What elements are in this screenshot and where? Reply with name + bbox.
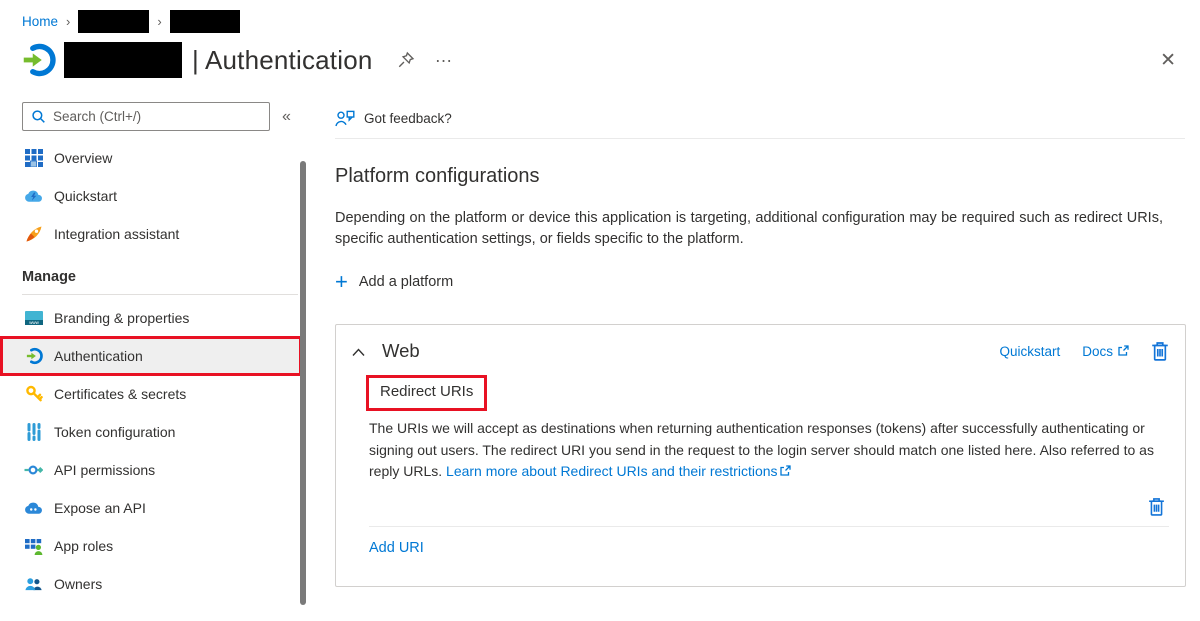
trash-icon [1151,341,1169,361]
page-title-redacted-app-name [64,42,182,78]
sidebar-scrollbar[interactable] [300,161,306,605]
authentication-icon [24,347,43,366]
sidebar-item-label: Owners [54,576,102,592]
add-uri-button[interactable]: Add URI [369,540,424,556]
sidebar-item-overview[interactable]: Overview [0,139,302,177]
breadcrumb-separator: › [157,14,161,29]
external-link-icon [779,465,791,477]
annotation-box-redirect-uris: Redirect URIs [366,375,487,411]
web-card-links: Quickstart Docs [999,341,1169,361]
breadcrumb-redacted-item[interactable] [78,10,149,33]
token-bars-icon [24,423,43,442]
sidebar-item-label: Overview [54,150,112,166]
pin-button[interactable] [397,51,415,69]
redirect-uris-description: The URIs we will accept as destinations … [369,418,1161,483]
feedback-icon [335,110,355,127]
page-title: | Authentication [192,45,373,76]
app-roles-icon [24,537,43,556]
sidebar-item-label: Branding & properties [54,310,189,326]
search-icon [31,109,46,124]
main-panel: Got feedback? Platform configurations De… [308,84,1200,605]
key-icon [24,385,43,404]
sidebar-item-owners[interactable]: Owners [0,565,302,603]
trash-icon [1148,497,1165,516]
sidebar-item-label: Authentication [54,348,143,364]
browser-www-icon: www [24,309,43,328]
sidebar-group-divider [22,294,298,295]
sidebar-item-label: Quickstart [54,188,117,204]
add-platform-label: Add a platform [359,274,453,290]
sidebar-item-integration-assistant[interactable]: Integration assistant [0,215,302,253]
sidebar-nav: Overview Quickstart [0,139,308,603]
breadcrumb-home-link[interactable]: Home [22,14,58,29]
sidebar-item-label: API permissions [54,462,155,478]
quickstart-link[interactable]: Quickstart [999,344,1060,359]
close-blade-button[interactable]: ✕ [1160,49,1176,72]
sidebar-item-app-roles[interactable]: App roles [0,527,302,565]
delete-uri-button[interactable] [1148,497,1165,516]
sidebar-group-manage: Manage [0,253,308,294]
got-feedback-button[interactable]: Got feedback? [364,111,452,126]
pushpin-icon [397,51,415,69]
sidebar-item-label: Expose an API [54,500,146,516]
sidebar-item-label: Certificates & secrets [54,386,186,402]
breadcrumb-redacted-item[interactable] [170,10,240,33]
web-card-title: Web [382,340,420,362]
web-card-header: Web Quickstart Docs [352,340,1169,362]
sidebar: « Overview [0,84,308,605]
sidebar-item-label: Token configuration [54,424,175,440]
sidebar-item-label: App roles [54,538,113,554]
sidebar-item-quickstart[interactable]: Quickstart [0,177,302,215]
search-box[interactable] [22,102,270,131]
annotation-box-authentication [0,336,302,376]
sidebar-search-row: « [0,102,308,131]
sidebar-item-certificates-secrets[interactable]: Certificates & secrets [0,375,302,413]
uri-list-divider [369,526,1169,527]
redirect-uris-heading: Redirect URIs [380,383,473,400]
more-options-button[interactable]: … [435,51,455,69]
grid-icon [24,149,43,168]
redirect-uri-row [352,483,1169,526]
breadcrumb-separator: › [66,14,70,29]
web-platform-card: Web Quickstart Docs [335,324,1186,587]
search-input[interactable] [53,109,261,124]
sidebar-item-label: Integration assistant [54,226,179,242]
plus-icon: + [335,274,348,290]
sidebar-item-branding-properties[interactable]: www Branding & properties [0,299,302,337]
platform-configurations-description: Depending on the platform or device this… [335,208,1163,250]
app-registration-logo-icon [20,42,56,78]
chevron-up-icon [352,348,365,357]
delete-platform-button[interactable] [1151,341,1169,361]
docs-link[interactable]: Docs [1082,344,1129,359]
sidebar-item-authentication[interactable]: Authentication [0,337,302,375]
breadcrumb: Home › › [0,0,1200,32]
external-link-icon [1117,345,1129,357]
add-platform-button[interactable]: + Add a platform [335,274,453,290]
cloud-quickstart-icon [24,187,43,206]
api-node-icon [24,461,43,480]
collapse-section-button[interactable] [352,346,365,357]
sidebar-item-expose-an-api[interactable]: Expose an API [0,489,302,527]
svg-text:www: www [29,320,39,325]
docs-link-label: Docs [1082,344,1113,359]
title-bar: | Authentication … ✕ [0,36,1200,84]
cloud-api-icon [24,499,43,518]
sidebar-item-api-permissions[interactable]: API permissions [0,451,302,489]
platform-configurations-heading: Platform configurations [335,165,1200,188]
command-bar: Got feedback? [335,99,1185,139]
sidebar-item-token-configuration[interactable]: Token configuration [0,413,302,451]
sidebar-collapse-button[interactable]: « [282,108,291,126]
learn-more-link[interactable]: Learn more about Redirect URIs and their… [446,463,777,479]
owners-people-icon [24,575,43,594]
rocket-icon [24,225,43,244]
content-area: « Overview [0,84,1200,605]
